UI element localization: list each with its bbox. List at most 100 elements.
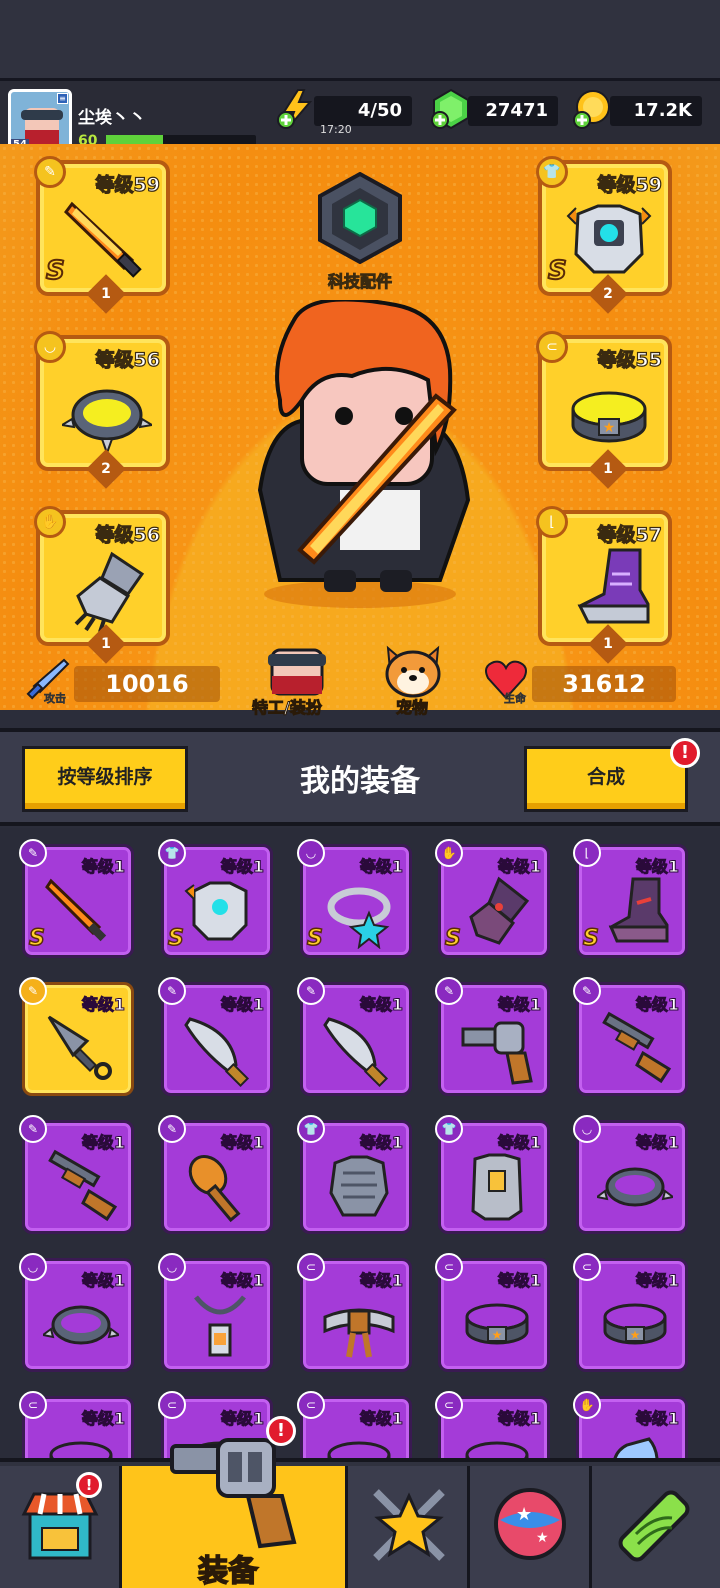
attack-label: 攻击 [44,692,67,706]
belt-type-icon: ⊂ [19,1391,47,1419]
star-ring-icon [327,887,391,949]
inventory-item[interactable]: ✎ 等级1 [435,977,550,1096]
chainmail-icon [329,1155,389,1217]
tech-accessory-icon[interactable] [314,172,406,264]
shotgun-icon [602,1011,672,1084]
nav-world-tab[interactable]: ★ ★ [470,1466,592,1588]
equip-level: 等级56 [95,523,161,546]
my-equipment-title: 我的装备 [300,764,420,799]
mech-armor-icon [566,204,652,274]
svg-text:★: ★ [516,1504,532,1525]
tag-necklace-icon [194,1295,246,1357]
inventory-item[interactable]: ◡ 等级1 [158,1253,273,1372]
energy-bolt-icon[interactable] [276,88,318,130]
necklace-type-icon: ◡ [19,1253,47,1281]
shop-alert-icon: ! [76,1472,102,1498]
pet-dog-icon[interactable] [380,644,446,698]
inventory-item[interactable]: ◡ 等级1 [573,1115,688,1234]
inventory-item[interactable]: 👕 等级1 S [158,839,273,958]
gloves-type-icon: ✋ [435,839,463,867]
belt-type-icon: ⊂ [297,1391,325,1419]
nav-genes-tab[interactable] [592,1466,720,1588]
nav-shop-tab[interactable]: ! [0,1466,122,1588]
spiked-collar-icon [43,1305,119,1345]
inventory-item[interactable]: ⊂ 等级1 [297,1253,412,1372]
inventory-item[interactable]: ◡ 等级1 S [297,839,412,958]
equip-count: 1 [588,449,628,489]
spiked-collar-icon [62,389,152,456]
gloves-type-icon: ✋ [573,1391,601,1419]
armor-type-icon: 👕 [536,156,568,188]
machete-icon [323,1017,389,1087]
merge-alert-icon: ! [670,738,700,768]
svg-text:★: ★ [536,1530,549,1546]
hero-character[interactable] [240,300,480,620]
avatar-headband [21,110,63,120]
nav-equipment-tab[interactable]: ! 装备 [122,1416,348,1588]
agent-outfit-icon[interactable] [262,644,332,696]
equip-slot-weapon[interactable]: ✎ 等级59 S 1 [34,156,170,314]
tech-label: 科技配件 [327,272,392,292]
nav-skills-tab[interactable] [348,1466,470,1588]
belt-type-icon: ⊂ [158,1391,186,1419]
energy-counter: 4/50 [314,96,412,126]
equip-level: 等级55 [597,348,663,371]
inventory-item[interactable]: ◡ 等级1 [19,1253,134,1372]
avatar-badge-icon: ≡ [57,93,68,104]
inventory-item[interactable]: ⌊ 等级1 S [573,839,688,958]
inventory-item[interactable]: ✋ 等级1 S [435,839,550,958]
equip-slot-gloves[interactable]: ✋ 等级56 1 [34,506,170,664]
weapon-type-icon: ✎ [158,977,186,1005]
gem-icon[interactable] [430,88,472,130]
inventory-item[interactable]: ⊂ 等级1 [435,1391,550,1458]
globe-icon: ★ ★ [494,1488,566,1560]
inventory-item[interactable]: ✎ 等级1 [297,977,412,1096]
kunai-icon [47,1015,112,1080]
inventory-item[interactable]: 👕 等级1 [435,1115,550,1234]
sword-icon [45,878,107,942]
bottom-nav: ! ! 装备 ★ ★ [0,1416,720,1588]
vest-icon [471,1153,523,1221]
boot-type-icon: ⌊ [536,506,568,538]
gauntlet-icon [74,551,145,633]
merge-button[interactable]: 合成 [524,746,688,812]
hp-label: 生命 [504,692,527,706]
inventory-item[interactable]: ✎ 等级1 [19,977,134,1096]
player-name: 尘埃丶丶 [78,108,146,128]
inventory-item[interactable]: ✎ 等级1 [19,1115,134,1234]
sort-by-level-button[interactable]: 按等级排序 [22,746,188,812]
inventory-item[interactable]: ✋ 等级1 [573,1391,688,1458]
inventory-item[interactable]: ⊂ 等级1 ★ [435,1253,550,1372]
revolver-icon [170,1438,297,1549]
svg-text:★: ★ [630,1328,641,1342]
boot-icon [577,548,650,624]
nav-equipment-label: 装备 [197,1553,259,1588]
agent-outfit-label[interactable]: 特工/装扮 [252,694,323,718]
inventory-item[interactable]: ⊂ 等级1 [19,1391,134,1458]
rank-badge: S [167,925,184,952]
equipment-alert-icon: ! [266,1416,296,1446]
dna-tube-icon [618,1490,690,1562]
inventory-item[interactable]: ⊂ 等级1 [297,1391,412,1458]
inventory-item[interactable]: ✎ 等级1 [158,977,273,1096]
inventory-item[interactable]: ✎ 等级1 [158,1115,273,1234]
armor-type-icon: 👕 [435,1115,463,1143]
weapon-type-icon: ✎ [34,156,66,188]
inventory-item[interactable]: ⊂ 等级1 ★ [573,1253,688,1372]
equip-level: 等级59 [95,173,161,196]
pet-label[interactable]: 宠物 [395,694,428,718]
inventory-item[interactable]: ✎ 等级1 [573,977,688,1096]
inventory-item[interactable]: ✎ 等级1 S [19,839,134,958]
belt-icon [49,1441,113,1458]
star-belt-icon: ★ [571,391,647,443]
inventory-grid: ✎ 等级1 S 👕 等级1 S ◡ 等级1 S ✋ 等级1 S ⌊ 等级1 S ✎ 等级1 ✎ 等级1 ✎ 等级1 ✎ 等级… [0,828,720,1458]
inventory-item[interactable]: 👕 等级1 [297,1115,412,1234]
glove-type-icon: ✋ [34,506,66,538]
equip-slot-boots[interactable]: ⌊ 等级57 1 [536,506,672,664]
equip-slot-necklace[interactable]: ◡ 等级56 2 [34,331,170,489]
coin-icon[interactable] [572,88,614,130]
weapon-type-icon: ✎ [297,977,325,1005]
weapon-type-icon: ✎ [19,1115,47,1143]
equip-slot-belt[interactable]: ⊂ 等级55 ★ 1 [536,331,672,489]
equip-slot-armor[interactable]: 👕 等级59 S 2 [536,156,672,314]
